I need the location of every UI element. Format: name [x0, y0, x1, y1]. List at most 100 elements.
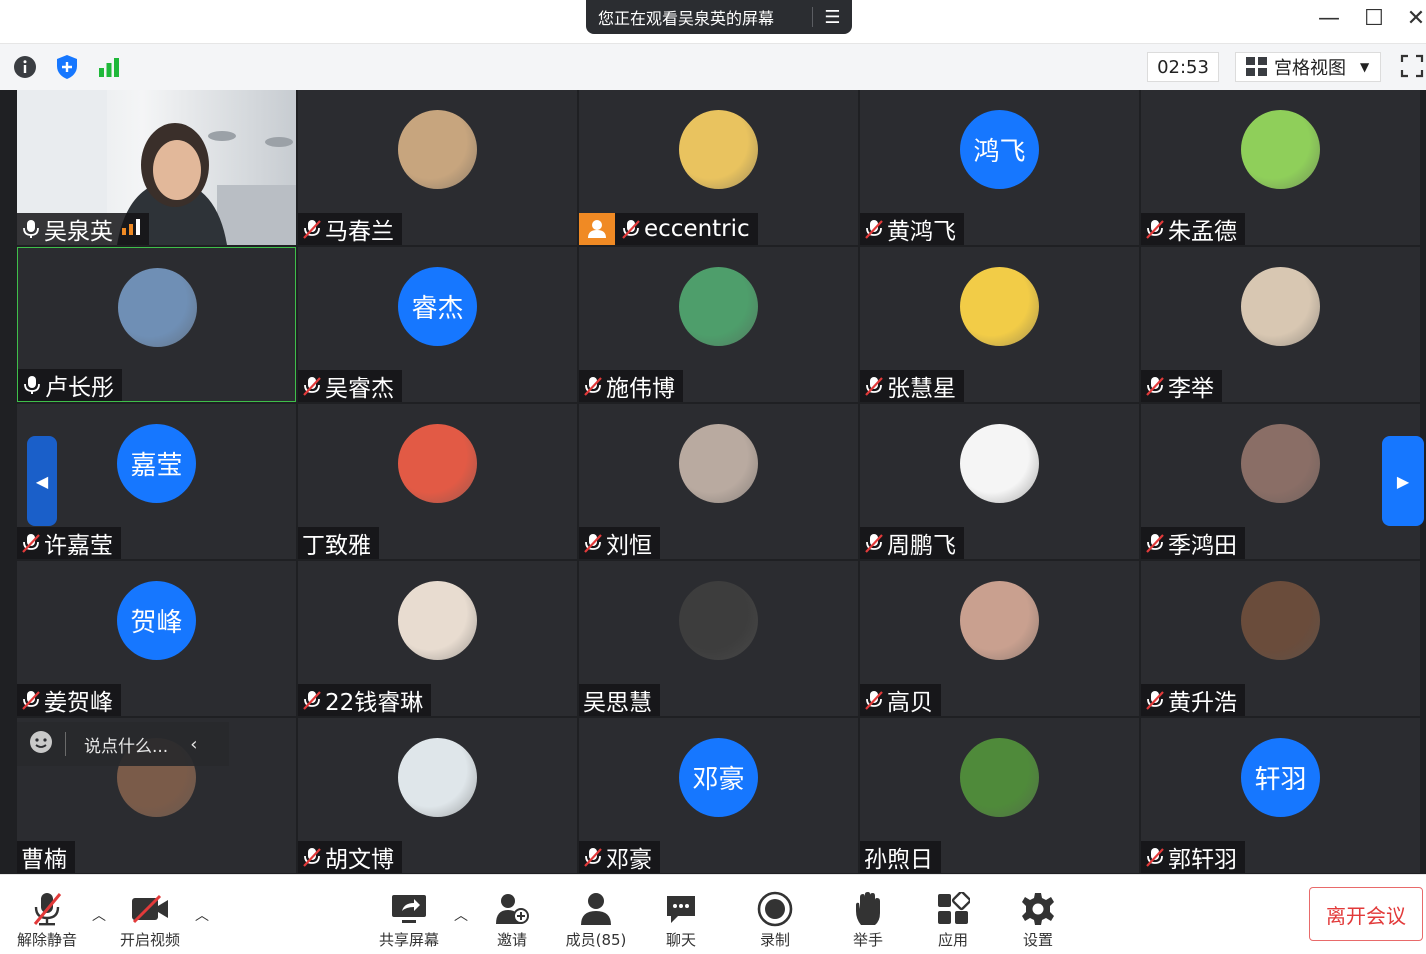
participant-tile[interactable]: 丁致雅 [298, 404, 577, 559]
screen-share-banner[interactable]: 您正在观看吴泉英的屏幕 ☰ [586, 0, 852, 34]
chevron-left-icon[interactable]: ‹ [190, 734, 197, 755]
chat-button[interactable]: 聊天 [641, 889, 721, 950]
share-options-caret-icon[interactable]: ︿ [454, 905, 468, 925]
mic-muted-icon [21, 533, 41, 553]
participant-tile[interactable]: 李举 [1141, 247, 1420, 402]
participant-avatar [398, 424, 477, 503]
record-button[interactable]: 录制 [735, 889, 815, 950]
participant-name: 张慧星 [887, 376, 956, 402]
participant-avatar [1241, 267, 1320, 346]
participant-tile[interactable]: 轩羽 郭轩羽 [1141, 718, 1420, 873]
participant-tile[interactable]: 卢长彤 [17, 247, 296, 402]
participant-name: 姜贺峰 [44, 690, 113, 716]
screen-share-banner-text: 您正在观看吴泉英的屏幕 [598, 9, 775, 28]
mic-muted-icon [583, 847, 603, 867]
invite-button[interactable]: 邀请 [472, 889, 552, 950]
settings-button[interactable]: 设置 [998, 889, 1078, 950]
participant-tile[interactable]: 季鸿田 [1141, 404, 1420, 559]
muted-mic-icon [7, 889, 87, 929]
mic-muted-icon [864, 533, 884, 553]
raise-hand-button[interactable]: 举手 [828, 889, 908, 950]
participant-tile[interactable]: 22钱睿琳 [298, 561, 577, 716]
title-bar: 您正在观看吴泉英的屏幕 ☰ — ☐ ✕ [0, 0, 1426, 44]
record-icon [735, 889, 815, 929]
chevron-left-icon: ◀ [35, 471, 49, 491]
mic-muted-icon [302, 219, 322, 239]
prev-page-button[interactable]: ◀ [27, 436, 57, 526]
members-button[interactable]: 成员(85) [556, 889, 636, 950]
participant-name: 朱孟德 [1168, 219, 1237, 245]
participant-name-tag: 张慧星 [860, 370, 964, 402]
participant-tile[interactable]: 张慧星 [860, 247, 1139, 402]
mic-muted-icon [864, 376, 884, 396]
chat-quick-input[interactable]: 说点什么... ‹ [17, 722, 229, 766]
participant-avatar [1241, 110, 1320, 189]
members-label: 成员(85) [565, 931, 627, 949]
settings-label: 设置 [1022, 931, 1053, 949]
apps-button[interactable]: 应用 [913, 889, 993, 950]
unmute-button[interactable]: 解除静音 [7, 889, 87, 950]
participant-name-tag: 卢长彤 [18, 369, 122, 401]
video-options-caret-icon[interactable]: ︿ [195, 905, 209, 925]
participant-tile[interactable]: 吴泉英 [17, 90, 296, 245]
minimize-button[interactable]: — [1314, 6, 1344, 31]
participant-tile[interactable]: 高贝 [860, 561, 1139, 716]
start-video-label: 开启视频 [119, 931, 180, 949]
participant-avatar: 轩羽 [1241, 738, 1320, 817]
leave-meeting-button[interactable]: 离开会议 [1309, 887, 1423, 941]
participant-name: 李举 [1168, 376, 1214, 402]
share-screen-icon [369, 889, 449, 929]
next-page-button[interactable]: ▶ [1382, 436, 1424, 526]
participant-tile[interactable]: 睿杰吴睿杰 [298, 247, 577, 402]
participant-name: 吴思慧 [583, 690, 652, 716]
participant-name: 吴睿杰 [325, 376, 394, 402]
participant-name-tag: 季鸿田 [1141, 527, 1245, 559]
mic-muted-icon [864, 219, 884, 239]
participant-avatar [679, 110, 758, 189]
participant-avatar [118, 268, 197, 347]
participant-tile[interactable]: 鸿飞 黄鸿飞 [860, 90, 1139, 245]
audio-options-caret-icon[interactable]: ︿ [92, 905, 106, 925]
participant-tile[interactable]: eccentric [579, 90, 858, 245]
participant-tile[interactable]: 周鹏飞 [860, 404, 1139, 559]
participant-tile[interactable]: 孙煦日 [860, 718, 1139, 873]
signal-icon[interactable] [96, 54, 122, 80]
shield-icon[interactable] [54, 54, 80, 80]
participant-name: 周鹏飞 [887, 533, 956, 559]
fullscreen-icon[interactable] [1400, 54, 1424, 80]
participant-name: eccentric [644, 216, 750, 242]
maximize-button[interactable]: ☐ [1359, 6, 1389, 31]
participant-name-tag: 黄升浩 [1141, 684, 1245, 716]
participant-name: 22钱睿琳 [325, 690, 424, 716]
info-icon[interactable] [12, 54, 38, 80]
start-video-button[interactable]: 开启视频 [110, 889, 190, 950]
share-screen-button[interactable]: 共享屏幕 [369, 889, 449, 950]
participant-name: 许嘉莹 [44, 533, 113, 559]
participant-tile[interactable]: 邓豪 邓豪 [579, 718, 858, 873]
bottom-toolbar: 解除静音 ︿ 开启视频 ︿ 共享屏幕 ︿ 邀请 成员(85) 聊天 录制 举手 … [0, 874, 1426, 954]
participant-tile[interactable]: 吴思慧 [579, 561, 858, 716]
raise-hand-label: 举手 [852, 931, 883, 949]
participant-name-tag: 施伟博 [579, 370, 683, 402]
participant-tile[interactable]: 刘恒 [579, 404, 858, 559]
participant-name: 施伟博 [606, 376, 675, 402]
participant-tile[interactable]: 施伟博 [579, 247, 858, 402]
avatar-initials: 鸿飞 [973, 137, 1026, 167]
participant-tile[interactable]: 朱孟德 [1141, 90, 1420, 245]
participant-name: 黄升浩 [1168, 690, 1237, 716]
participant-tile[interactable]: 胡文博 [298, 718, 577, 873]
participant-avatar: 睿杰 [398, 267, 477, 346]
list-icon[interactable]: ☰ [813, 7, 852, 28]
participant-tile[interactable]: 马春兰 [298, 90, 577, 245]
mic-muted-icon [1145, 847, 1165, 867]
chevron-right-icon: ▶ [1396, 471, 1410, 491]
participant-tile[interactable]: 黄升浩 [1141, 561, 1420, 716]
mic-muted-icon [302, 690, 322, 710]
apps-icon [913, 889, 993, 929]
grid-view-dropdown[interactable]: 宫格视图 ▼ [1235, 52, 1381, 82]
participant-tile[interactable]: 贺峰 姜贺峰 [17, 561, 296, 716]
participant-tile[interactable]: 嘉莹 许嘉莹 [17, 404, 296, 559]
participant-name-tag: 姜贺峰 [17, 684, 121, 716]
close-button[interactable]: ✕ [1401, 6, 1426, 31]
emoji-icon[interactable] [29, 730, 53, 759]
